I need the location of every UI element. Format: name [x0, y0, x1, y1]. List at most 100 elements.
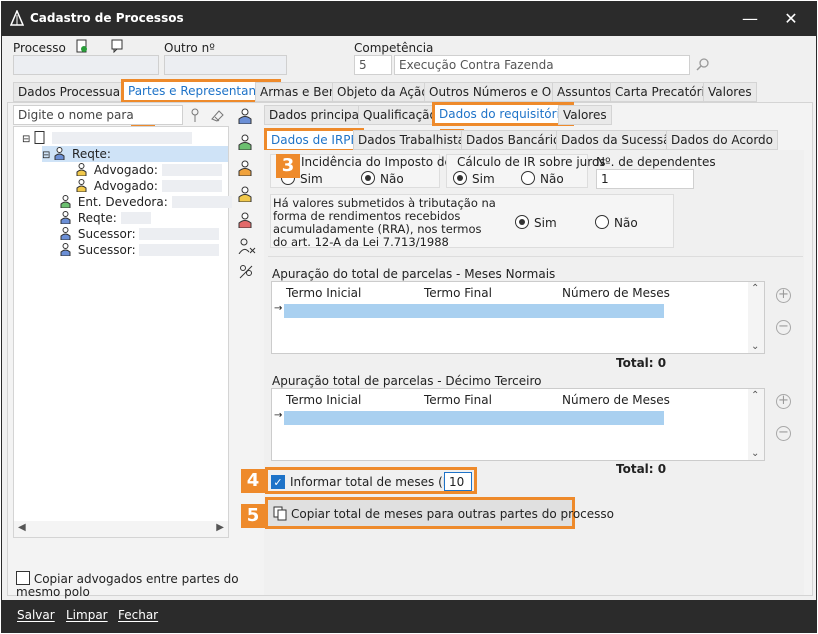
- tab-assuntos[interactable]: Assuntos: [552, 82, 617, 102]
- radio-nao[interactable]: [595, 215, 609, 229]
- radio-sim[interactable]: [515, 215, 529, 229]
- clear-button[interactable]: Limpar: [66, 608, 108, 622]
- minimize-button[interactable]: —: [737, 6, 763, 32]
- grid2-vscrollbar[interactable]: ⌃ ⌄: [748, 389, 764, 460]
- main-tabs: Dados Processuais Partes e Representante…: [13, 79, 813, 103]
- grid2-row[interactable]: [284, 411, 664, 425]
- document-green-icon[interactable]: [75, 39, 89, 53]
- incidencia-nao-option[interactable]: Não: [361, 171, 404, 186]
- scroll-left-icon[interactable]: ◀: [18, 522, 26, 533]
- juros-nao-option[interactable]: Não: [521, 171, 564, 186]
- tree-item-sucessor-1[interactable]: Sucessor:: [60, 226, 220, 242]
- scroll-up-icon[interactable]: ⌃: [751, 283, 759, 294]
- tree-item-advogado-1[interactable]: Advogado:: [76, 162, 222, 178]
- tree-item-label: Advogado:: [93, 163, 158, 177]
- grid1-title: Apuração do total de parcelas - Meses No…: [272, 267, 556, 281]
- outro-input[interactable]: [164, 55, 287, 75]
- tree-root[interactable]: ⊟: [22, 130, 193, 146]
- scroll-down-icon[interactable]: ⌄: [751, 448, 759, 459]
- tab-qualificacao[interactable]: Qualificação: [358, 105, 442, 125]
- dependentes-input[interactable]: 1: [596, 169, 694, 189]
- rra-sim-option[interactable]: Sim: [515, 215, 557, 230]
- add-person-orange-icon[interactable]: [238, 160, 252, 176]
- eraser-icon[interactable]: [210, 107, 226, 123]
- radio-sim[interactable]: [453, 171, 467, 185]
- tab-objeto-acao[interactable]: Objeto da Ação: [332, 82, 434, 102]
- copy-lawyers-checkbox[interactable]: [16, 571, 30, 585]
- grid1-vscrollbar[interactable]: ⌃ ⌄: [748, 282, 764, 353]
- sub-tabs: Dados principais Qualificação Dados do r…: [264, 102, 804, 126]
- remove-person-icon[interactable]: [238, 238, 256, 254]
- tree-item-advogado-2[interactable]: Advogado:: [76, 178, 222, 194]
- scroll-up-icon[interactable]: ⌃: [751, 390, 759, 401]
- competencia-value-input[interactable]: Execução Contra Fazenda: [394, 55, 690, 75]
- row-indicator-icon: →: [274, 303, 283, 314]
- option-label: Não: [540, 172, 564, 186]
- tree-item-label: Advogado:: [93, 179, 158, 193]
- tab-dados-sucessao[interactable]: Dados da Sucessão: [556, 130, 683, 150]
- person-blue-icon: [60, 243, 71, 256]
- tab-dados-requisitorio[interactable]: Dados do requisitório: [432, 102, 575, 126]
- add-lawyer-yellow-icon[interactable]: [238, 186, 252, 202]
- ir-juros-label: Cálculo de IR sobre juros: [457, 155, 606, 169]
- inner-tabs: Dados de IRPF Dados Trabalhistas Dados B…: [264, 128, 804, 152]
- tree-item-label: Reqte:: [77, 211, 117, 225]
- pin-icon[interactable]: [188, 107, 202, 123]
- tree-item-sucessor-2[interactable]: Sucessor:: [60, 242, 220, 258]
- tab-dados-irpf[interactable]: Dados de IRPF: [264, 128, 365, 152]
- radio-nao[interactable]: [361, 171, 375, 185]
- rra-nao-option[interactable]: Não: [595, 215, 638, 230]
- tree-item-label: Sucessor:: [77, 227, 136, 241]
- tab-dados-trabalhistas[interactable]: Dados Trabalhistas: [353, 130, 477, 150]
- close-action-button[interactable]: Fechar: [118, 608, 158, 622]
- rra-months-checkbox[interactable]: ✓: [271, 475, 285, 489]
- grid2-remove-icon[interactable]: −: [776, 426, 791, 441]
- party-search-input[interactable]: Digite o nome para pesquisa...: [13, 105, 183, 140]
- grid1-row[interactable]: [284, 304, 664, 318]
- tab-valores[interactable]: Valores: [703, 82, 757, 102]
- add-person-green-icon[interactable]: [238, 134, 252, 150]
- tab-dados-processuais[interactable]: Dados Processuais: [13, 82, 135, 102]
- tree-item-reqte-1[interactable]: ⊟ Reqte:: [42, 146, 228, 162]
- juros-sim-option[interactable]: Sim: [453, 171, 495, 186]
- grid1-remove-icon[interactable]: −: [776, 320, 791, 335]
- note-icon[interactable]: [110, 39, 124, 53]
- copy-lawyers-label: Copiar advogados entre partes do mesmo p…: [16, 572, 239, 599]
- copy-months-label: Copiar total de meses para outras partes…: [291, 507, 614, 521]
- copy-months-button[interactable]: Copiar total de meses para outras partes…: [265, 497, 614, 529]
- copy-lawyers-option[interactable]: Copiar advogados entre partes do mesmo p…: [16, 571, 256, 599]
- tab-dados-acordo[interactable]: Dados do Acordo: [666, 130, 779, 150]
- add-person-red-icon[interactable]: [238, 212, 252, 228]
- tab-carta-precatoria[interactable]: Carta Precatória: [610, 82, 718, 102]
- lawyer-yellow-icon: [76, 163, 87, 176]
- radio-nao[interactable]: [521, 171, 535, 185]
- tree-item-label: Sucessor:: [77, 243, 136, 257]
- processo-label: Processo: [13, 41, 66, 55]
- grid1-add-icon[interactable]: +: [776, 288, 791, 303]
- tree-item-ent-devedora[interactable]: Ent. Devedora:: [60, 194, 232, 210]
- tab-sub-valores[interactable]: Valores: [558, 105, 612, 125]
- add-person-blue-icon[interactable]: [238, 108, 252, 124]
- parties-tree: ⊟ ⊟ Reqte: Advogado: Advogado: Ent. Deve…: [13, 126, 232, 538]
- rra-months-input[interactable]: 10: [444, 472, 472, 491]
- document-icon: [34, 131, 45, 144]
- step-badge-4: 4: [241, 469, 265, 493]
- window-title: Cadastro de Processos: [30, 11, 184, 25]
- rra-group: Há valores submetidos à tributação na fo…: [270, 194, 674, 249]
- competencia-code-input[interactable]: 5: [354, 55, 392, 75]
- processo-input[interactable]: [13, 55, 159, 75]
- search-icon[interactable]: [696, 57, 710, 71]
- app-logo-icon: [10, 10, 24, 26]
- copy-icon: [273, 506, 287, 521]
- outro-label: Outro nº: [164, 41, 215, 55]
- save-button[interactable]: Salvar: [17, 608, 55, 622]
- tree-item-reqte-2[interactable]: Reqte:: [60, 210, 151, 226]
- scroll-right-icon[interactable]: ▶: [216, 522, 224, 533]
- competencia-label: Competência: [354, 41, 434, 55]
- tree-hscrollbar[interactable]: ◀ ▶: [14, 521, 228, 537]
- close-button[interactable]: ✕: [778, 6, 804, 32]
- grid1-total: Total: 0: [616, 356, 667, 370]
- swap-people-icon[interactable]: [238, 264, 254, 280]
- grid2-add-icon[interactable]: +: [776, 394, 791, 409]
- scroll-down-icon[interactable]: ⌄: [751, 341, 759, 352]
